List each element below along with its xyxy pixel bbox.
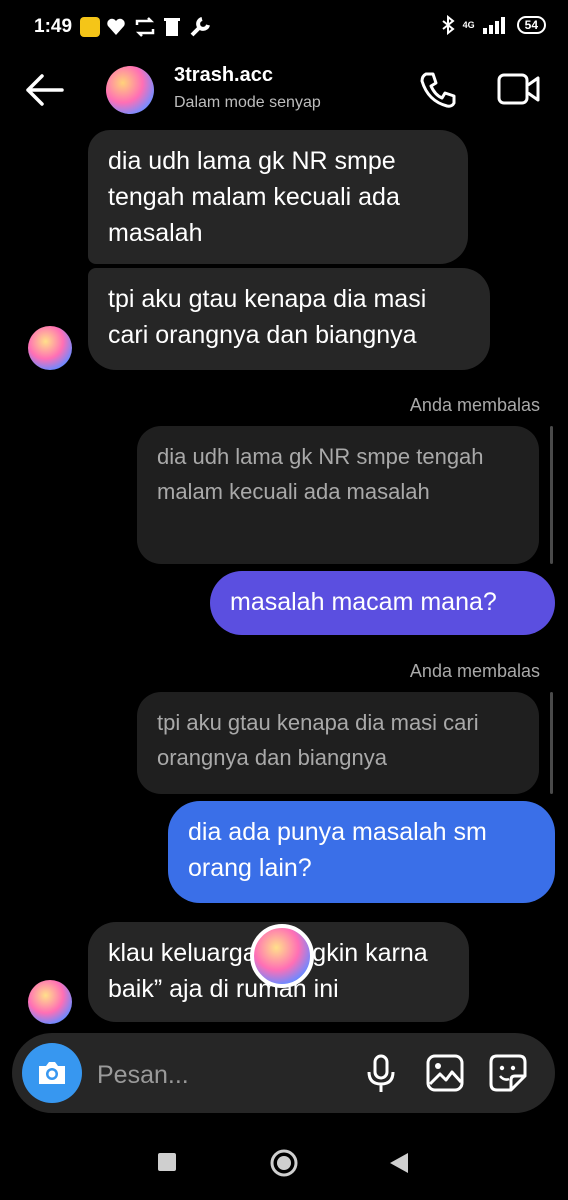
contact-status: Dalam mode senyap	[174, 94, 321, 111]
repost-icon	[135, 17, 155, 37]
contact-avatar[interactable]	[106, 66, 154, 114]
message-input[interactable]	[95, 1056, 349, 1094]
camera-button[interactable]	[22, 1043, 82, 1103]
status-time: 1:49	[34, 16, 73, 37]
phone-icon[interactable]	[418, 70, 458, 110]
sticker-icon[interactable]	[489, 1054, 527, 1092]
back-arrow-icon[interactable]	[24, 72, 64, 108]
sent-message[interactable]: dia ada punya masalah sm orang lain?	[168, 801, 555, 903]
notification-app-icon	[80, 17, 100, 37]
reply-indicator	[550, 426, 553, 564]
battery-level: 54	[516, 16, 546, 34]
reply-label: Anda membalas	[409, 395, 540, 415]
received-message[interactable]: dia udh lama gk NR smpe tengah malam kec…	[88, 130, 468, 264]
sender-avatar	[28, 980, 72, 1024]
quoted-message[interactable]: dia udh lama gk NR smpe tengah malam kec…	[137, 426, 539, 564]
network-type: 4G	[462, 20, 475, 30]
microphone-icon[interactable]	[366, 1054, 396, 1094]
reply-indicator	[550, 692, 553, 794]
wrench-icon	[190, 17, 210, 37]
back-nav-button[interactable]	[388, 1151, 410, 1175]
quoted-message[interactable]: tpi aku gtau kenapa dia masi cari orangn…	[137, 692, 539, 794]
gallery-icon[interactable]	[426, 1054, 464, 1092]
bluetooth-icon	[442, 15, 455, 35]
status-bar: 1:49 4G 54	[0, 0, 568, 56]
reply-label: Anda membalas	[409, 661, 540, 681]
contact-name[interactable]: 3trash.acc	[174, 64, 273, 87]
chat-header	[0, 56, 568, 126]
status-right: 4G 54	[441, 15, 546, 35]
sent-message[interactable]: masalah macam mana?	[210, 571, 555, 635]
signal-icon	[482, 17, 505, 34]
heart-icon	[107, 18, 125, 35]
trash-icon	[164, 18, 180, 36]
recents-button[interactable]	[158, 1153, 176, 1171]
camera-icon	[39, 1062, 65, 1084]
received-message[interactable]: tpi aku gtau kenapa dia masi cari orangn…	[88, 268, 490, 370]
video-icon[interactable]	[497, 72, 541, 106]
sender-avatar	[28, 326, 72, 370]
seen-avatar	[250, 924, 314, 988]
home-button[interactable]	[269, 1148, 299, 1178]
